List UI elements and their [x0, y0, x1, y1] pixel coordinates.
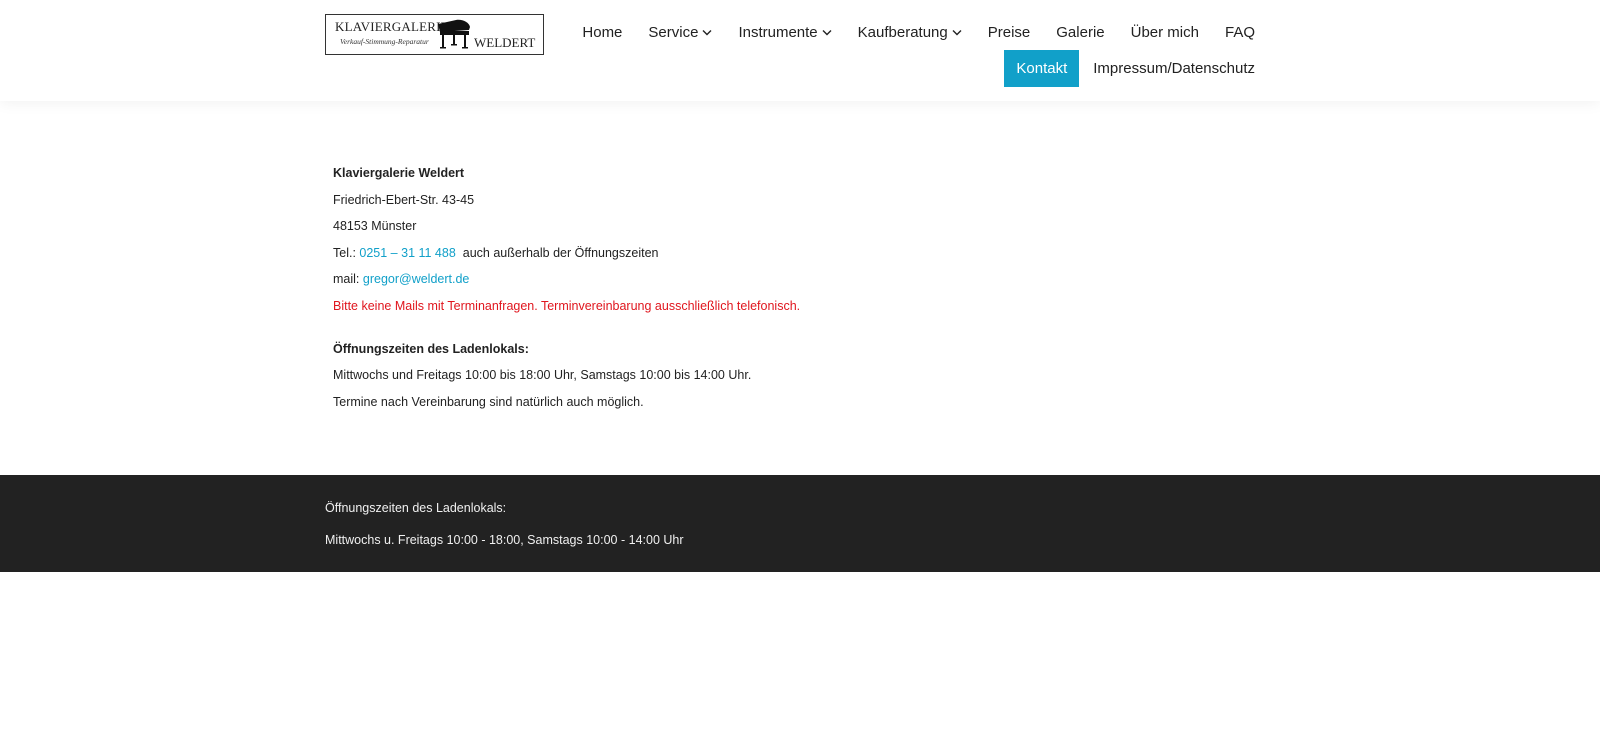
footer-hours: Mittwochs u. Freitags 10:00 - 18:00, Sam…: [325, 533, 684, 547]
nav-label: Kontakt: [1016, 60, 1068, 77]
grand-piano-icon: [438, 19, 470, 49]
logo-line-3: WELDERT: [474, 35, 536, 50]
nav-instrumente[interactable]: Instrumente: [738, 20, 832, 44]
nav-label: FAQ: [1224, 23, 1255, 41]
appointment-info: Termine nach Vereinbarung sind natürlich…: [333, 394, 644, 409]
street-address: Friedrich-Ebert-Str. 43-45: [333, 192, 475, 207]
nav-label: Preise: [987, 23, 1031, 41]
main-nav: Home Service Instrumente Kaufberatung Pr…: [582, 20, 1255, 44]
nav-galerie[interactable]: Galerie: [1056, 20, 1104, 44]
nav-label: Kaufberatung: [857, 23, 948, 41]
chevron-down-icon: [822, 30, 832, 36]
opening-hours: Mittwochs und Freitags 10:00 bis 18:00 U…: [333, 368, 752, 383]
site-header: KLAVIERGALERIE Verkauf-Stimmung-Reparatu…: [0, 0, 1600, 101]
main-nav-row-2: Kontakt Impressum/Datenschutz: [1004, 50, 1255, 87]
footer-hours-title: Öffnungszeiten des Ladenlokals:: [325, 501, 507, 515]
company-name: Klaviergalerie Weldert: [333, 166, 465, 180]
hours-heading: Öffnungszeiten des Ladenlokals:: [333, 341, 529, 356]
email-link[interactable]: gregor@weldert.de: [363, 272, 470, 286]
site-footer: Öffnungszeiten des Ladenlokals: Mittwoch…: [0, 475, 1600, 572]
logo-line-1: KLAVIERGALERIE: [335, 19, 449, 34]
nav-home[interactable]: Home: [582, 20, 622, 44]
phone-link[interactable]: 0251 – 31 11 488: [359, 246, 455, 260]
nav-label: Galerie: [1056, 23, 1105, 41]
nav-faq[interactable]: FAQ: [1225, 20, 1255, 44]
phone-line: Tel.: 0251 – 31 11 488 auch außerhalb de…: [333, 245, 659, 260]
nav-impressum[interactable]: Impressum/Datenschutz: [1093, 57, 1255, 81]
contact-content: Klaviergalerie Weldert Friedrich-Ebert-S…: [333, 160, 1233, 415]
mail-line: mail: gregor@weldert.de: [333, 272, 470, 287]
nav-label: Impressum/Datenschutz: [1093, 60, 1255, 77]
logo-line-2: Verkauf-Stimmung-Reparatur: [340, 37, 429, 46]
nav-preise[interactable]: Preise: [988, 20, 1031, 44]
nav-ueber-mich[interactable]: Über mich: [1131, 20, 1199, 44]
appointment-notice: Bitte keine Mails mit Terminanfragen. Te…: [333, 298, 801, 313]
nav-service[interactable]: Service: [648, 20, 712, 44]
chevron-down-icon: [702, 30, 712, 36]
nav-label: Über mich: [1130, 23, 1199, 41]
nav-label: Service: [648, 23, 699, 41]
nav-kaufberatung[interactable]: Kaufberatung: [858, 20, 962, 44]
nav-label: Home: [582, 23, 623, 41]
chevron-down-icon: [952, 30, 962, 36]
site-logo[interactable]: KLAVIERGALERIE Verkauf-Stimmung-Reparatu…: [325, 14, 544, 55]
nav-label: Instrumente: [738, 23, 818, 41]
city-address: 48153 Münster: [333, 219, 417, 234]
nav-kontakt[interactable]: Kontakt: [1004, 50, 1080, 87]
